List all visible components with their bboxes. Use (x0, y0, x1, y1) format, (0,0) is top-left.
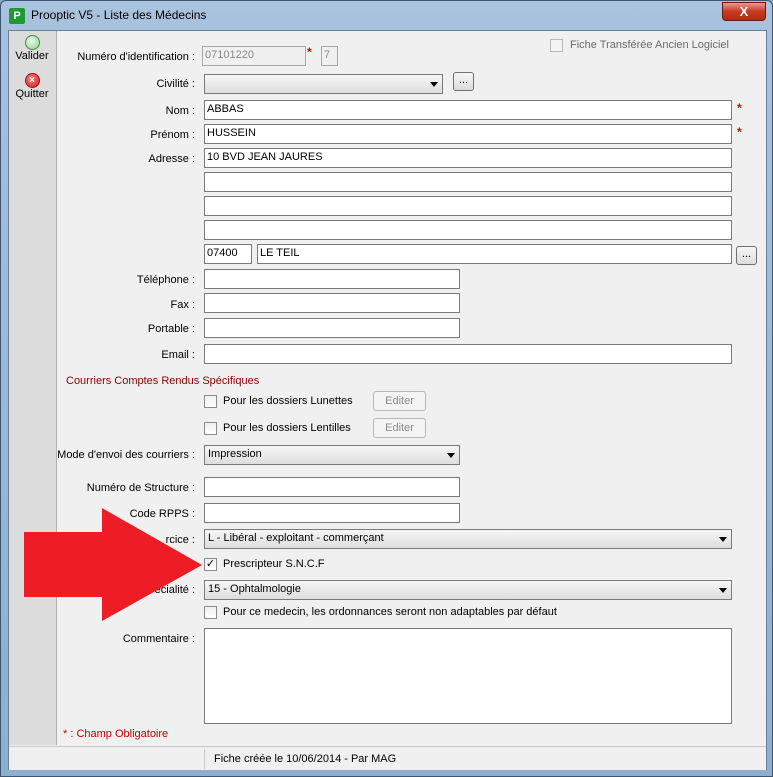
portable-field[interactable] (204, 318, 460, 338)
fax-field[interactable] (204, 293, 460, 313)
editer-lentilles-button[interactable]: Editer (373, 418, 426, 438)
ville-dots-button[interactable]: ... (736, 246, 757, 265)
valider-label: Valider (15, 50, 49, 62)
exercice-label: rcice : (165, 534, 195, 546)
exercice-value: L - Libéral - exploitant - commerçant (208, 532, 384, 544)
non-adaptable-label: Pour ce medecin, les ordonnances seront … (223, 606, 557, 618)
required-mark: * (737, 125, 742, 139)
id-suffix-field[interactable]: 7 (321, 46, 338, 66)
sidebar: Valider × Quitter (9, 31, 57, 745)
email-label: Email : (161, 349, 195, 361)
quitter-label: Quitter (15, 88, 49, 100)
id-field[interactable]: 07101220 (202, 46, 306, 66)
specialite-select[interactable]: 15 - Ophtalmologie (204, 580, 732, 600)
lentilles-label: Pour les dossiers Lentilles (223, 422, 351, 434)
telephone-field[interactable] (204, 269, 460, 289)
telephone-label: Téléphone : (136, 274, 195, 286)
required-footnote: * : Champ Obligatoire (63, 728, 169, 740)
civilite-dots-button[interactable]: ... (453, 72, 474, 91)
rpps-field[interactable] (204, 503, 460, 523)
required-mark: * (307, 45, 312, 59)
status-text: Fiche créée le 10/06/2014 - Par MAG (214, 753, 397, 765)
app-icon: P (9, 8, 25, 24)
editer-lunettes-button[interactable]: Editer (373, 391, 426, 411)
client-area: Valider × Quitter Numéro d'identificatio… (8, 30, 767, 770)
required-mark: * (737, 101, 742, 115)
nom-field[interactable]: ABBAS (204, 100, 732, 120)
rpps-label: Code RPPS : (129, 508, 195, 520)
chevron-down-icon (430, 82, 438, 87)
code-postal-field[interactable]: 07400 (204, 244, 252, 264)
app-window: P Prooptic V5 - Liste des Médecins X Val… (0, 0, 773, 777)
title-bar[interactable]: P Prooptic V5 - Liste des Médecins X (1, 1, 772, 29)
chevron-down-icon (719, 588, 727, 593)
lunettes-label: Pour les dossiers Lunettes (223, 395, 353, 407)
civilite-label: Civilité : (156, 78, 195, 90)
email-field[interactable] (204, 344, 732, 364)
lentilles-checkbox[interactable] (204, 422, 217, 435)
portable-label: Portable : (147, 323, 195, 335)
specialite-value: 15 - Ophtalmologie (208, 583, 301, 595)
valider-button[interactable]: Valider (9, 35, 55, 62)
chevron-down-icon (447, 453, 455, 458)
courriers-section-title: Courriers Comptes Rendus Spécifiques (66, 375, 260, 387)
non-adaptable-checkbox[interactable] (204, 606, 217, 619)
sncf-checkbox[interactable]: ✓ (204, 558, 217, 571)
transfer-label: Fiche Transférée Ancien Logiciel (570, 39, 729, 51)
civilite-select[interactable] (204, 74, 443, 94)
mode-envoi-label: Mode d'envoi des courriers : (57, 449, 195, 461)
lunettes-checkbox[interactable] (204, 395, 217, 408)
exercice-select[interactable]: L - Libéral - exploitant - commerçant (204, 529, 732, 549)
adresse-line-3[interactable] (204, 196, 732, 216)
adresse-line-2[interactable] (204, 172, 732, 192)
transfer-checkbox[interactable] (550, 39, 563, 52)
commentaire-field[interactable] (204, 628, 732, 724)
ville-field[interactable]: LE TEIL (257, 244, 732, 264)
adresse-line-1[interactable]: 10 BVD JEAN JAURES (204, 148, 732, 168)
nom-label: Nom : (165, 105, 195, 117)
commentaire-label: Commentaire : (122, 633, 195, 645)
status-separator (204, 749, 205, 769)
adresse-line-4[interactable] (204, 220, 732, 240)
quitter-button[interactable]: × Quitter (9, 73, 55, 100)
check-circle-icon (24, 35, 40, 50)
structure-label: Numéro de Structure : (86, 482, 195, 494)
chevron-down-icon (719, 537, 727, 542)
sncf-label: Prescripteur S.N.C.F (223, 558, 325, 570)
prenom-field[interactable]: HUSSEIN (204, 124, 732, 144)
adresse-label: Adresse : (148, 153, 195, 165)
prenom-label: Prénom : (150, 129, 195, 141)
mode-envoi-select[interactable]: Impression (204, 445, 460, 465)
status-bar: Fiche créée le 10/06/2014 - Par MAG (9, 746, 766, 770)
close-circle-icon: × (24, 73, 40, 88)
close-button[interactable]: X (722, 2, 766, 21)
fax-label: Fax : (170, 299, 195, 311)
structure-field[interactable] (204, 477, 460, 497)
id-label: Numéro d'identification : (77, 51, 195, 63)
window-title: Prooptic V5 - Liste des Médecins (31, 8, 207, 22)
specialite-label: écialité : (154, 584, 195, 596)
mode-envoi-value: Impression (208, 448, 262, 460)
